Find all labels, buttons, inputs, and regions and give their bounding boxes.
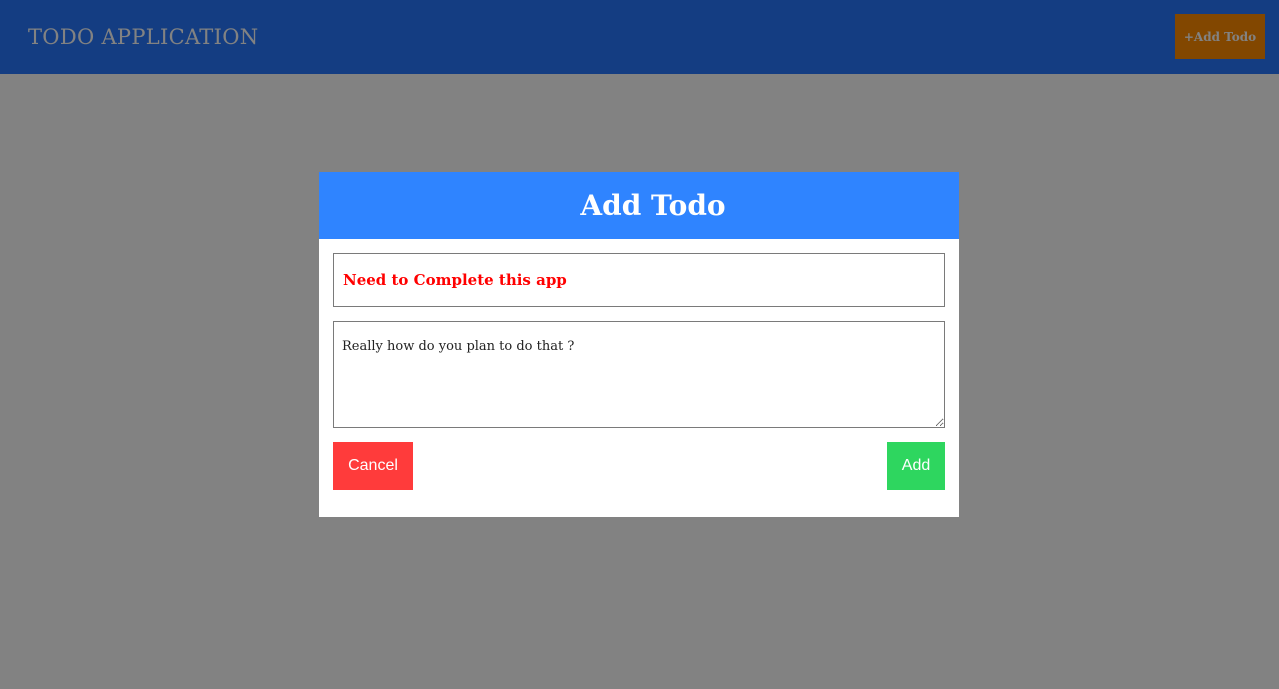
todo-title-input[interactable]	[333, 253, 945, 307]
modal-title: Add Todo	[580, 189, 726, 222]
modal-header: Add Todo	[319, 172, 959, 239]
add-todo-modal: Add Todo Really how do you plan to do th…	[319, 172, 959, 517]
add-button[interactable]: Add	[887, 442, 945, 490]
todo-description-textarea[interactable]: Really how do you plan to do that ?	[333, 321, 945, 428]
cancel-button[interactable]: Cancel	[333, 442, 413, 490]
